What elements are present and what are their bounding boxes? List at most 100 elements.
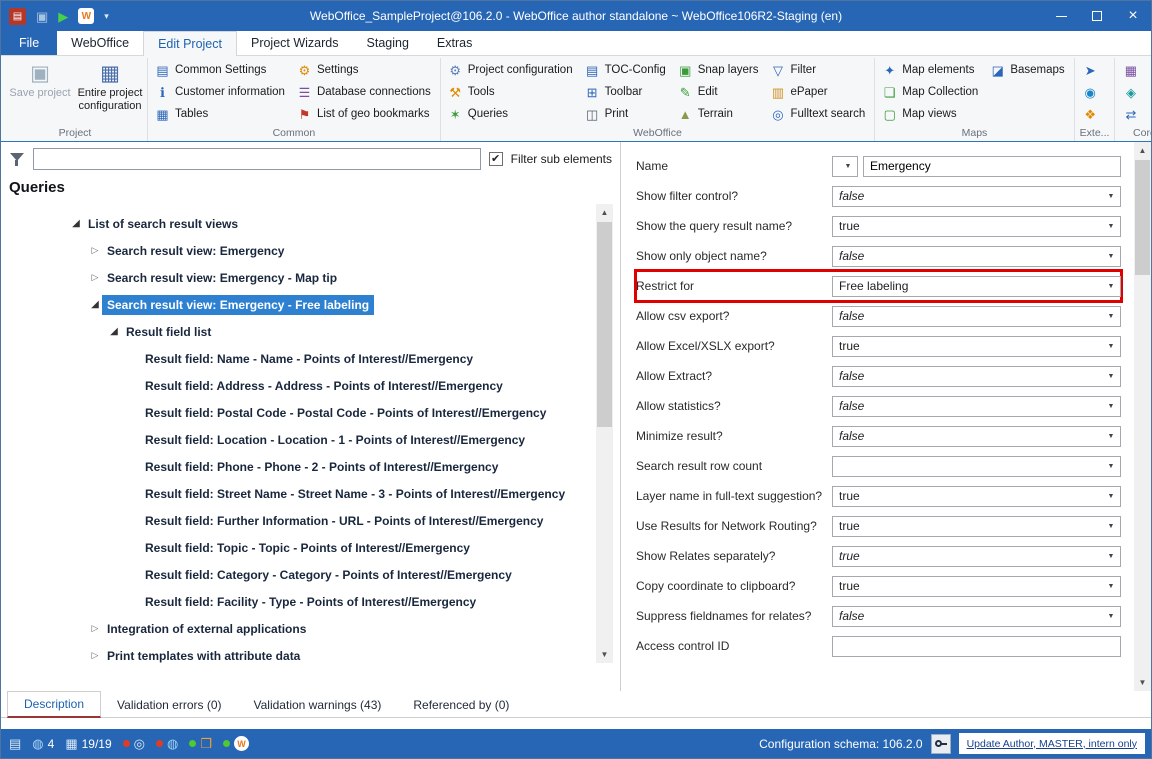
- tree-item-list-of-search-result-views[interactable]: ◢List of search result views: [1, 210, 596, 237]
- tree-item-result-field-location-location-1-points-of-interest-emergency[interactable]: Result field: Location - Location - 1 - …: [1, 426, 596, 453]
- show-filter-control-dropdown[interactable]: false▼: [832, 186, 1121, 207]
- tree-scrollbar-thumb[interactable]: [597, 222, 612, 427]
- show-the-query-result-name-dropdown[interactable]: true▼: [832, 216, 1121, 237]
- restrict-for-dropdown[interactable]: Free labeling▼: [832, 276, 1121, 297]
- name-language-dropdown[interactable]: ▼: [832, 156, 858, 177]
- tree-scrollbar[interactable]: ▲ ▼: [596, 204, 613, 663]
- session-service-icon-item[interactable]: ❒: [189, 737, 212, 750]
- tree-item-result-field-further-information-url-points-of-interest-emergency[interactable]: Result field: Further Information - URL …: [1, 507, 596, 534]
- epaper-button[interactable]: ▥ePaper: [766, 81, 871, 103]
- tree-expanded-icon[interactable]: ◢: [69, 219, 83, 229]
- tree-collapsed-icon[interactable]: ▷: [88, 246, 102, 255]
- core-layers-icon-button[interactable]: ◈: [1118, 81, 1143, 103]
- network-service-icon-item[interactable]: ◍: [156, 737, 178, 750]
- toc-config-button[interactable]: ▤TOC-Config: [581, 59, 672, 81]
- minimize-button[interactable]: [1043, 1, 1079, 31]
- tables-button[interactable]: ▦Tables: [151, 103, 291, 125]
- print-button[interactable]: ◫Print: [581, 103, 672, 125]
- map-elements-button[interactable]: ✦Map elements: [878, 59, 984, 81]
- scroll-up-icon[interactable]: ▲: [596, 204, 613, 221]
- name-input[interactable]: [863, 156, 1121, 177]
- access-control-id-input[interactable]: [832, 636, 1121, 657]
- show-only-object-name-dropdown[interactable]: false▼: [832, 246, 1121, 267]
- allow-excel-xslx-export-dropdown[interactable]: true▼: [832, 336, 1121, 357]
- tree-item-integration-of-external-applications[interactable]: ▷Integration of external applications: [1, 615, 596, 642]
- menu-tab-edit-project[interactable]: Edit Project: [143, 31, 237, 56]
- layer-name-in-full-text-suggestion-dropdown[interactable]: true▼: [832, 486, 1121, 507]
- tree-item-result-field-street-name-street-name-3-points-of-interest-emergency[interactable]: Result field: Street Name - Street Name …: [1, 480, 596, 507]
- bottom-tab-validation-warnings-43[interactable]: Validation warnings (43): [238, 693, 398, 717]
- tree-item-result-field-postal-code-postal-code-points-of-interest-emergency[interactable]: Result field: Postal Code - Postal Code …: [1, 399, 596, 426]
- tree-item-search-result-view-emergency-map-tip[interactable]: ▷Search result view: Emergency - Map tip: [1, 264, 596, 291]
- toolbar-button[interactable]: ⊞Toolbar: [581, 81, 672, 103]
- property-panel-scrollbar[interactable]: ▲ ▼: [1134, 142, 1151, 691]
- search-result-row-count-dropdown[interactable]: ▼: [832, 456, 1121, 477]
- snap-layers-button[interactable]: ▣Snap layers: [674, 59, 765, 81]
- tree-item-print-templates-with-attribute-data[interactable]: ▷Print templates with attribute data: [1, 642, 596, 669]
- allow-extract-dropdown[interactable]: false▼: [832, 366, 1121, 387]
- property-scrollbar-thumb[interactable]: [1135, 160, 1150, 275]
- queries-button[interactable]: ✶Queries: [444, 103, 579, 125]
- quick-access-dropdown-icon[interactable]: ▾: [104, 12, 109, 21]
- extensions-icon-button[interactable]: ❖: [1078, 103, 1103, 125]
- tree-item-result-field-category-category-points-of-interest-emergency[interactable]: Result field: Category - Category - Poin…: [1, 561, 596, 588]
- tree-collapsed-icon[interactable]: ▷: [88, 273, 102, 282]
- close-button[interactable]: ×: [1115, 1, 1151, 31]
- menu-tab-weboffice[interactable]: WebOffice: [57, 31, 143, 55]
- update-author-badge[interactable]: Update Author, MASTER, intern only: [959, 733, 1145, 754]
- list-of-geo-bookmarks-button[interactable]: ⚑List of geo bookmarks: [293, 103, 437, 125]
- menu-tab-project-wizards[interactable]: Project Wizards: [237, 31, 353, 55]
- tree-expanded-icon[interactable]: ◢: [88, 300, 102, 310]
- tree-item-result-field-topic-topic-points-of-interest-emergency[interactable]: Result field: Topic - Topic - Points of …: [1, 534, 596, 561]
- basemaps-button[interactable]: ◪Basemaps: [986, 59, 1070, 81]
- menu-tab-extras[interactable]: Extras: [423, 31, 486, 55]
- core-transfer-icon-button[interactable]: ⇄: [1118, 103, 1143, 125]
- filter-button[interactable]: ▽Filter: [766, 59, 871, 81]
- filter-sub-elements-checkbox[interactable]: ✔: [489, 152, 503, 166]
- allow-statistics-dropdown[interactable]: false▼: [832, 396, 1121, 417]
- core-quill-icon-button[interactable]: ✎: [1145, 59, 1151, 81]
- bottom-tab-referenced-by-0[interactable]: Referenced by (0): [397, 693, 525, 717]
- tree-item-search-result-view-emergency[interactable]: ▷Search result view: Emergency: [1, 237, 596, 264]
- tree-item-result-field-name-name-points-of-interest-emergency[interactable]: Result field: Name - Name - Points of In…: [1, 345, 596, 372]
- suppress-fieldnames-for-relates-dropdown[interactable]: false▼: [832, 606, 1121, 627]
- weboffice-service-icon-item[interactable]: W: [223, 736, 249, 751]
- map-service-icon-item[interactable]: ◍4: [32, 737, 54, 751]
- tree-collapsed-icon[interactable]: ▷: [88, 651, 102, 660]
- scroll-up-icon[interactable]: ▲: [1134, 142, 1151, 159]
- tree-item-result-field-address-address-points-of-interest-emergency[interactable]: Result field: Address - Address - Points…: [1, 372, 596, 399]
- edit-button[interactable]: ✎Edit: [674, 81, 765, 103]
- fulltext-search-button[interactable]: ◎Fulltext search: [766, 103, 871, 125]
- settings-button[interactable]: ⚙Settings: [293, 59, 437, 81]
- scroll-down-icon[interactable]: ▼: [596, 646, 613, 663]
- pin-icon-button[interactable]: ➤: [1078, 59, 1103, 81]
- tree-collapsed-icon[interactable]: ▷: [88, 624, 102, 633]
- tree-item-result-field-phone-phone-2-points-of-interest-emergency[interactable]: Result field: Phone - Phone - 2 - Points…: [1, 453, 596, 480]
- bottom-tab-validation-errors-0[interactable]: Validation errors (0): [101, 693, 237, 717]
- search-service-icon-item[interactable]: ◎: [123, 737, 145, 750]
- core-gear-icon-button[interactable]: ⚙: [1145, 81, 1151, 103]
- run-project-icon[interactable]: ▶: [58, 10, 68, 23]
- scroll-down-icon[interactable]: ▼: [1134, 674, 1151, 691]
- project-configuration-button[interactable]: ⚙Project configuration: [444, 59, 579, 81]
- tree-item-result-field-facility-type-points-of-interest-emergency[interactable]: Result field: Facility - Type - Points o…: [1, 588, 596, 615]
- key-button[interactable]: [931, 734, 951, 754]
- database-connections-button[interactable]: ☰Database connections: [293, 81, 437, 103]
- tree-expanded-icon[interactable]: ◢: [107, 327, 121, 337]
- maximize-button[interactable]: [1079, 1, 1115, 31]
- customer-information-button[interactable]: ℹCustomer information: [151, 81, 291, 103]
- bottom-tab-description[interactable]: Description: [7, 691, 101, 718]
- terrain-button[interactable]: ▲Terrain: [674, 103, 765, 125]
- map-views-button[interactable]: ▢Map views: [878, 103, 984, 125]
- menu-tab-file[interactable]: File: [1, 31, 57, 55]
- tree-filter-input[interactable]: [33, 148, 481, 170]
- entire-project-configuration-button[interactable]: ▦Entire project configuration: [76, 59, 144, 127]
- tools-button[interactable]: ⚒Tools: [444, 81, 579, 103]
- show-relates-separately-dropdown[interactable]: true▼: [832, 546, 1121, 567]
- map-collection-button[interactable]: ❏Map Collection: [878, 81, 984, 103]
- core-add-icon-button[interactable]: ⊕: [1145, 103, 1151, 125]
- layers-report-icon-item[interactable]: ▦19/19: [65, 737, 111, 751]
- common-settings-button[interactable]: ▤Common Settings: [151, 59, 291, 81]
- allow-csv-export-dropdown[interactable]: false▼: [832, 306, 1121, 327]
- minimize-result-dropdown[interactable]: false▼: [832, 426, 1121, 447]
